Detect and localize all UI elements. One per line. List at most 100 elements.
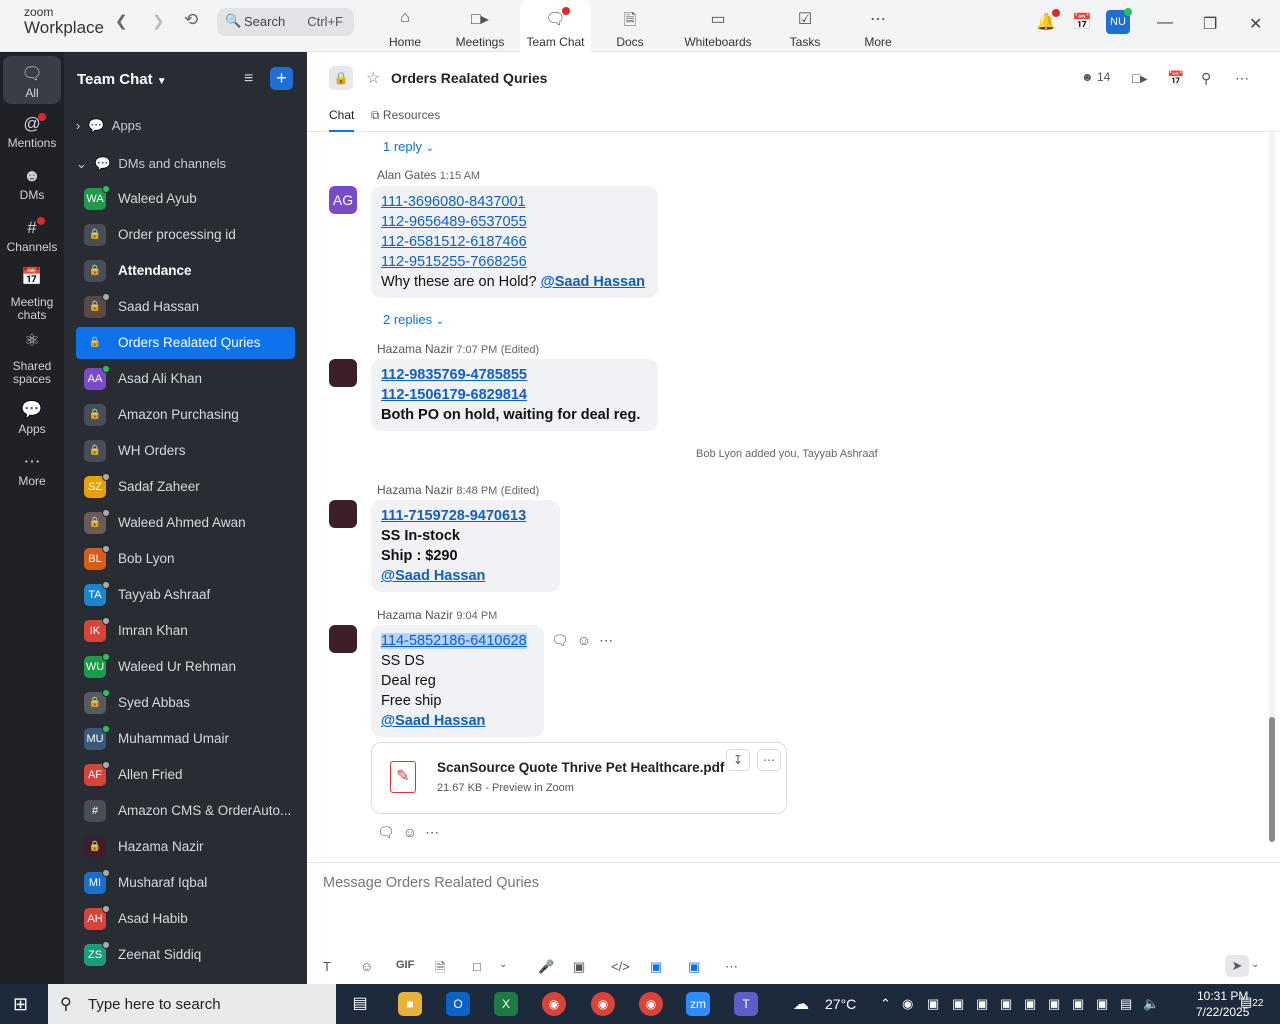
order-link[interactable]: 111-7159728-9470613 — [381, 506, 550, 526]
sidebar-item[interactable]: IK Imran Khan — [76, 615, 295, 647]
history-icon[interactable]: ⟲ — [184, 10, 198, 30]
sidebar-item[interactable]: AF Allen Fried — [76, 759, 295, 791]
chevron-down-icon[interactable]: ⌄ — [1251, 959, 1259, 970]
calendar-app-icon[interactable]: 📅 — [1072, 12, 1092, 32]
mention-link[interactable]: @Saad Hassan — [381, 566, 550, 586]
order-link[interactable]: 111-3696080-8437001 — [381, 192, 648, 212]
sidebar-item[interactable]: AH Asad Habib — [76, 903, 295, 935]
sidebar-item[interactable]: BL Bob Lyon — [76, 543, 295, 575]
send-icon[interactable]: ➤ — [1225, 955, 1249, 977]
sidebar-item[interactable]: 🔒 Saad Hassan — [76, 291, 295, 323]
tray-app-icon[interactable]: ▣ — [1048, 996, 1060, 1012]
section-apps[interactable]: › 💬 Apps — [76, 118, 141, 134]
replies-link[interactable]: 2 replies ⌄ — [383, 312, 444, 327]
sidebar-item[interactable]: 🔒 Order processing id — [76, 219, 295, 251]
app-icon[interactable]: ▣ — [650, 959, 662, 975]
order-link[interactable]: 112-1506179-6829814 — [381, 385, 648, 405]
file-name[interactable]: ScanSource Quote Thrive Pet Healthcare.p… — [437, 760, 729, 775]
rail-item-all[interactable]: 🗨 All — [3, 56, 61, 104]
rail-item-meeting-chats[interactable]: 📅 Meeting chats — [0, 268, 64, 322]
sidebar-item[interactable]: WA Waleed Ayub — [76, 183, 295, 215]
new-chat-button[interactable]: + — [270, 67, 293, 90]
avatar[interactable] — [329, 500, 357, 528]
tab-meetings[interactable]: □▸ Meetings — [447, 0, 513, 52]
file-more-icon[interactable]: ⋯ — [757, 749, 781, 771]
file-explorer-icon[interactable]: ■ — [398, 992, 422, 1016]
file-icon[interactable]: 🗎 — [435, 959, 445, 981]
message-input[interactable]: Message Orders Realated Quries — [323, 875, 539, 891]
tab-whiteboards[interactable]: ▭ Whiteboards — [678, 0, 758, 52]
sidebar-item[interactable]: MI Musharaf Iqbal — [76, 867, 295, 899]
more-icon[interactable]: ⋯ — [725, 959, 738, 975]
volume-icon[interactable]: 🔈 — [1143, 996, 1159, 1012]
notifications-icon[interactable]: ▤22 — [1240, 994, 1263, 1010]
search-box[interactable]: 🔍 Search Ctrl+F — [217, 8, 354, 36]
chrome-icon[interactable]: ◉ — [639, 992, 663, 1016]
close-icon[interactable]: ✕ — [1249, 14, 1262, 34]
rail-item-apps[interactable]: 💬 Apps — [0, 400, 64, 436]
back-icon[interactable]: ❮ — [115, 12, 128, 30]
sidebar-item[interactable]: MU Muhammad Umair — [76, 723, 295, 755]
rail-item-channels[interactable]: # Channels — [0, 218, 64, 254]
sidebar-item[interactable]: ZS Zeenat Siddiq — [76, 939, 295, 971]
order-link[interactable]: 114-5852186-6410628 — [381, 633, 527, 649]
sidebar-item[interactable]: AA Asad Ali Khan — [76, 363, 295, 395]
outlook-icon[interactable]: O — [446, 992, 470, 1016]
tab-resources[interactable]: ⧉ Resources — [371, 108, 440, 123]
avatar[interactable] — [329, 625, 357, 653]
order-link[interactable]: 112-6581512-6187466 — [381, 232, 648, 252]
sidebar-item[interactable]: 🔒 Syed Abbas — [76, 687, 295, 719]
download-icon[interactable]: ↧ — [726, 749, 750, 771]
replies-link[interactable]: 1 reply ⌄ — [383, 139, 434, 154]
sidebar-item[interactable]: 🔒 Hazama Nazir — [76, 831, 295, 863]
tab-chat[interactable]: Chat — [329, 108, 355, 132]
members-count[interactable]: ☻ 14 — [1081, 70, 1110, 84]
weather-temp[interactable]: 27°C — [825, 996, 856, 1012]
order-link[interactable]: 112-9515255-7668256 — [381, 252, 648, 272]
code-icon[interactable]: </> — [611, 959, 630, 974]
reply-icon[interactable]: 🗨 — [377, 824, 403, 840]
tray-chrome-icon[interactable]: ◉ — [902, 996, 913, 1012]
zoom-taskbar-icon[interactable]: zm — [686, 992, 710, 1016]
sidebar-item[interactable]: 🔒 Orders Realated Quries — [76, 327, 295, 359]
section-dms-channels[interactable]: ⌄ 💬 DMs and channels — [76, 156, 226, 172]
order-link[interactable]: 112-9656489-6537055 — [381, 212, 648, 232]
more-icon[interactable]: ⋯ — [599, 632, 621, 648]
gif-button[interactable]: GIF — [396, 959, 414, 971]
sidebar-item[interactable]: WU Waleed Ur Rehman — [76, 651, 295, 683]
windows-start-icon[interactable]: ⊞ — [13, 994, 28, 1015]
tray-outlook-icon[interactable]: ▣ — [952, 996, 964, 1012]
sidebar-item[interactable]: 🔒 WH Orders — [76, 435, 295, 467]
more-options-icon[interactable]: ⋯ — [1235, 70, 1249, 87]
rail-item-mentions[interactable]: @ Mentions — [0, 114, 64, 150]
video-message-icon[interactable]: ▣ — [573, 959, 585, 975]
sidebar-item[interactable]: SZ Sadaf Zaheer — [76, 471, 295, 503]
task-view-icon[interactable]: ▤ — [348, 992, 372, 1016]
rail-item-more[interactable]: ⋯ More — [0, 452, 64, 488]
sidebar-item[interactable]: 🔒 Attendance — [76, 255, 295, 287]
avatar[interactable]: AG — [329, 186, 357, 214]
tab-docs[interactable]: 🗎 Docs — [600, 0, 660, 52]
filter-icon[interactable]: ≡ — [244, 70, 253, 88]
screenshot-icon[interactable]: □ — [473, 959, 481, 974]
avatar[interactable] — [329, 359, 357, 387]
rail-item-shared-spaces[interactable]: ⚛ Shared spaces — [0, 332, 64, 386]
tray-teams-icon[interactable]: ▣ — [976, 996, 988, 1012]
rail-item-dms[interactable]: ☻ DMs — [0, 166, 64, 202]
mention-link[interactable]: @Saad Hassan — [541, 274, 645, 290]
chrome-icon[interactable]: ◉ — [542, 992, 566, 1016]
chevron-up-icon[interactable]: ⌃ — [880, 996, 891, 1012]
tray-app-icon[interactable]: ▣ — [1072, 996, 1084, 1012]
chrome-icon[interactable]: ◉ — [591, 992, 615, 1016]
chevron-down-icon[interactable]: ⌄ — [499, 959, 507, 970]
forward-icon[interactable]: ❯ — [152, 12, 165, 30]
tray-app-icon[interactable]: ▣ — [1000, 996, 1012, 1012]
sidebar-item[interactable]: 🔒 Waleed Ahmed Awan — [76, 507, 295, 539]
weather-icon[interactable]: ☁ — [793, 994, 809, 1014]
emoji-icon[interactable]: ☺ — [360, 959, 373, 974]
order-link[interactable]: 112-9835769-4785855 — [381, 365, 648, 385]
reply-icon[interactable]: 🗨 — [551, 632, 577, 648]
restore-icon[interactable]: ❐ — [1203, 14, 1217, 34]
network-icon[interactable]: ▤ — [1120, 996, 1132, 1012]
taskbar-search[interactable]: ⚲ Type here to search — [48, 984, 336, 1024]
